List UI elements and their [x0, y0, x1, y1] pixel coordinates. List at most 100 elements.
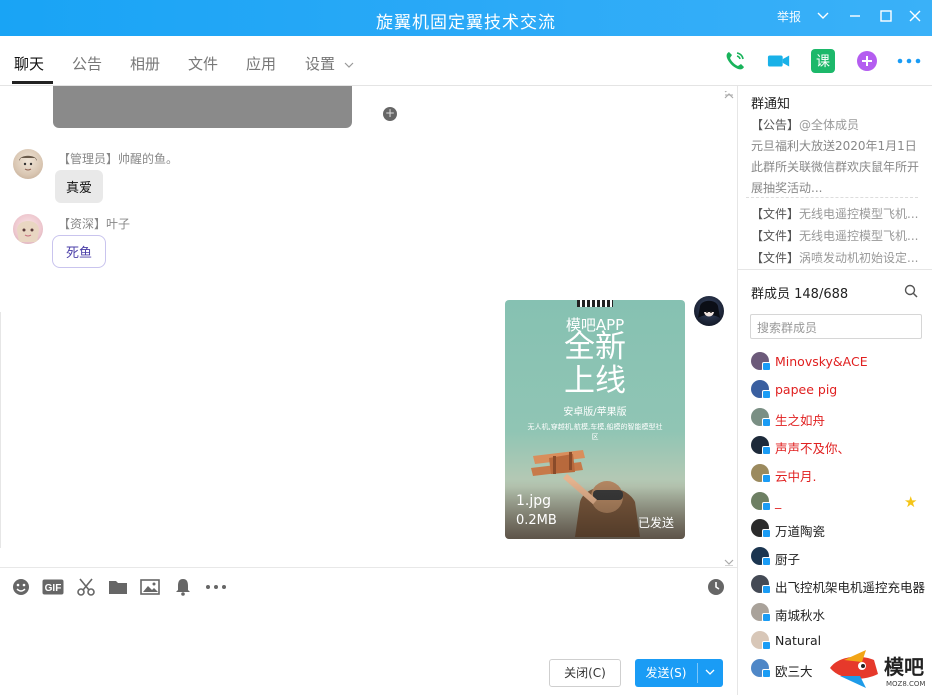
file-tag: 【文件】 [751, 229, 800, 243]
tab-album[interactable]: 相册 [130, 53, 160, 74]
close-icon[interactable] [905, 6, 925, 26]
tab-files[interactable]: 文件 [188, 53, 218, 74]
message-bubble[interactable]: 死鱼 [52, 235, 107, 268]
file-notice[interactable]: 【文件】无线电遥控模型飞机... [751, 227, 923, 244]
scroll-down-icon[interactable] [724, 556, 734, 566]
file-tag: 【文件】 [751, 251, 800, 265]
member-avatar [751, 631, 771, 650]
panel-separator [738, 269, 932, 270]
collapse-icon[interactable] [724, 88, 734, 102]
tab-announcement[interactable]: 公告 [72, 53, 102, 74]
send-button-label: 发送(S) [645, 666, 687, 680]
device-badge-icon [762, 585, 771, 595]
group-notice-title[interactable]: 群通知 [751, 93, 790, 112]
device-badge-icon [762, 473, 771, 483]
previous-image-message[interactable]: + [53, 86, 397, 128]
member-name: papee pig [775, 381, 838, 397]
sender-name: 【管理员】帅醒的鱼。 [58, 152, 179, 166]
poster-headline-2: 上线 [564, 363, 626, 399]
video-call-icon[interactable] [767, 49, 791, 73]
image-sent-status: 已发送 [637, 516, 674, 530]
member-name: 南城秋水 [775, 608, 826, 624]
device-badge-icon [762, 668, 771, 678]
poster-headline: 全新 上线 [505, 330, 685, 398]
tab-settings-label: 设置 [305, 55, 336, 73]
more-tools-icon[interactable] [204, 577, 228, 597]
report-button[interactable]: 举报 [777, 8, 801, 25]
poster-platforms: 安卓版/苹果版 [563, 407, 627, 418]
chevron-down-icon[interactable] [813, 6, 833, 26]
minimize-icon[interactable] [845, 6, 865, 26]
device-badge-icon [762, 641, 771, 650]
class-icon[interactable]: 课 [811, 49, 835, 73]
history-clock-icon[interactable] [706, 577, 726, 597]
file-tag: 【文件】 [751, 207, 800, 221]
tab-bar: 聊天 公告 相册 文件 应用 设置 课 [0, 36, 932, 86]
notice-header[interactable]: 【公告】@全体成员 [751, 116, 923, 133]
logo-url: MOZ8.COM [886, 680, 925, 688]
more-icon[interactable] [897, 49, 921, 73]
member-item[interactable]: Minovsky&ACE [751, 351, 931, 373]
tab-apps[interactable]: 应用 [246, 53, 276, 74]
members-title: 群成员 148/688 [751, 287, 849, 302]
member-avatar [751, 575, 771, 595]
notice-divider [746, 197, 918, 198]
device-badge-icon [762, 613, 771, 623]
notice-mention: @全体成员 [799, 118, 860, 132]
file-notice[interactable]: 【文件】涡喷发动机初始设定... [751, 249, 923, 266]
chat-area: + 【管理员】帅醒的鱼。 真爱 【资深】叶子 死鱼 模吧APP 全新 上线 安卓… [0, 86, 738, 566]
avatar[interactable] [13, 214, 43, 244]
zoom-icon[interactable]: + [383, 107, 397, 121]
member-avatar [751, 603, 771, 623]
add-app-icon[interactable] [855, 49, 879, 73]
notice-line: 展抽奖活动... [751, 181, 823, 195]
search-icon[interactable] [904, 284, 918, 302]
member-avatar [751, 519, 771, 539]
member-avatar [751, 352, 771, 371]
member-item[interactable]: 厨子 [751, 546, 931, 568]
member-search-input[interactable]: 搜索群成员 [750, 314, 922, 339]
member-item[interactable]: 万道陶瓷 [751, 518, 931, 540]
bell-icon[interactable] [173, 577, 193, 597]
member-name: Natural [775, 633, 822, 648]
image-message[interactable]: 模吧APP 全新 上线 安卓版/苹果版 无人机,穿越机,航模,车模,船模的智能模… [505, 300, 685, 539]
message-bubble[interactable]: 真爱 [55, 170, 104, 203]
notice-tag: 【公告】 [751, 118, 800, 132]
member-item[interactable]: 出飞控机架电机遥控充电器 [751, 574, 931, 596]
active-tab-indicator [12, 81, 53, 84]
send-button[interactable]: 发送(S) [635, 659, 723, 687]
tab-settings[interactable]: 设置 [305, 53, 354, 74]
image-file-size: 0.2MB [516, 513, 557, 528]
send-options-icon[interactable] [697, 659, 723, 687]
phone-icon[interactable] [723, 49, 747, 73]
member-name: _ [775, 493, 782, 509]
member-avatar [751, 463, 771, 483]
gif-icon[interactable]: GIF [42, 577, 64, 597]
member-item[interactable]: 南城秋水 [751, 602, 931, 624]
tab-chat[interactable]: 聊天 [14, 53, 44, 74]
chat-left-border [0, 312, 1, 548]
maximize-icon[interactable] [876, 6, 896, 26]
device-badge-icon [762, 445, 771, 455]
qr-code-strip [577, 300, 613, 307]
member-item[interactable]: 云中月. [751, 463, 931, 485]
member-item[interactable]: 声声不及你、 [751, 435, 931, 457]
self-avatar[interactable] [694, 296, 724, 326]
close-button[interactable]: 关闭(C) [549, 659, 621, 687]
image-icon[interactable] [140, 577, 160, 597]
message-input[interactable] [0, 600, 737, 650]
device-badge-icon [762, 529, 771, 539]
avatar[interactable] [13, 149, 43, 179]
emoji-icon[interactable] [11, 577, 31, 597]
notice-line: 元旦福利大放送2020年1月1日 [751, 139, 917, 153]
screenshot-scissors-icon[interactable] [76, 577, 96, 597]
member-item[interactable]: 生之如舟 [751, 407, 931, 429]
star-icon: ★ [904, 493, 918, 511]
poster-tagline: 无人机,穿越机,航模,车模,船模的智能模型社区 [527, 423, 663, 441]
chevron-down-icon [344, 62, 354, 68]
file-name: 涡喷发动机初始设定... [799, 251, 919, 265]
member-item[interactable]: papee pig [751, 379, 931, 401]
notice-line: 此群所关联微信群欢庆鼠年所开 [751, 160, 920, 174]
folder-icon[interactable] [108, 577, 128, 597]
file-notice[interactable]: 【文件】无线电遥控模型飞机... [751, 205, 923, 222]
